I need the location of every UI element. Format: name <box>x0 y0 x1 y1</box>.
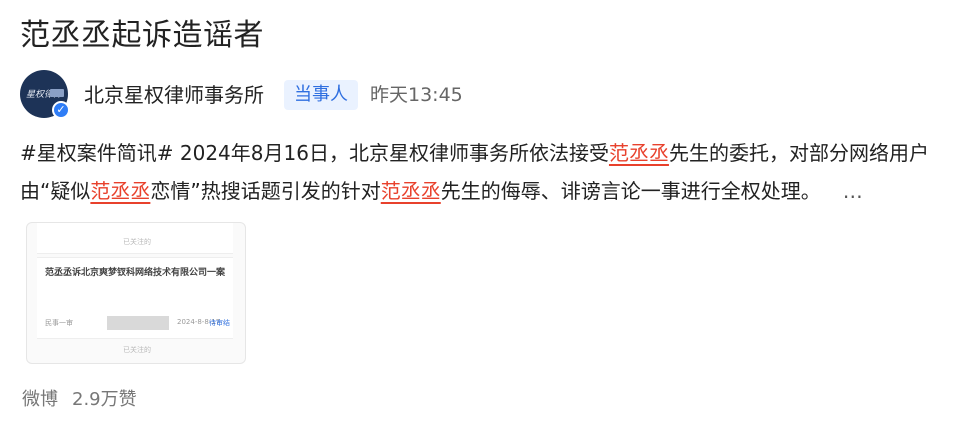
thumbnail-case-card: 范丞丞诉北京爽梦钗科网络技术有限公司一案 民事一审 2024-8-8-17 待审… <box>37 257 233 339</box>
attached-image[interactable]: 已关注的 范丞丞诉北京爽梦钗科网络技术有限公司一案 民事一审 2024-8-8-… <box>26 222 246 364</box>
name-link[interactable]: 范丞丞 <box>381 179 441 203</box>
role-tag: 当事人 <box>284 80 358 110</box>
post-body: #星权案件简讯# 2024年8月16日，北京星权律师事务所依法接受范丞丞先生的委… <box>20 134 950 210</box>
verified-badge-icon: ✓ <box>52 101 70 119</box>
thumbnail-redaction-bar <box>107 316 169 330</box>
body-text: 恋情”热搜话题引发的针对 <box>150 179 381 203</box>
thumbnail-case-status: 待审结 <box>209 319 230 327</box>
avatar-logo-mark <box>50 89 64 97</box>
thumbnail-case-title: 范丞丞诉北京爽梦钗科网络技术有限公司一案 <box>45 268 226 278</box>
thumbnail-bottom-label: 已关注的 <box>123 346 151 354</box>
post-time: 昨天13:45 <box>370 84 463 106</box>
author-name[interactable]: 北京星权律师事务所 <box>84 80 264 110</box>
body-text: #星权案件简讯# 2024年8月16日，北京星权律师事务所依法接受 <box>20 141 609 165</box>
more-button[interactable]: … <box>843 179 863 203</box>
thumbnail-top-card: 已关注的 <box>37 223 233 254</box>
likes-count[interactable]: 2.9万赞 <box>72 389 137 410</box>
source-label[interactable]: 微博 <box>22 389 58 410</box>
body-text: 先生的侮辱、诽谤言论一事进行全权处理。 <box>440 179 821 203</box>
name-link[interactable]: 范丞丞 <box>90 179 150 203</box>
post-title: 范丞丞起诉造谣者 <box>20 18 264 53</box>
thumbnail-top-label: 已关注的 <box>123 238 151 246</box>
thumbnail-case-type: 民事一审 <box>45 319 73 327</box>
name-link[interactable]: 范丞丞 <box>609 141 669 165</box>
post-footer: 微博 2.9万赞 <box>22 386 137 414</box>
